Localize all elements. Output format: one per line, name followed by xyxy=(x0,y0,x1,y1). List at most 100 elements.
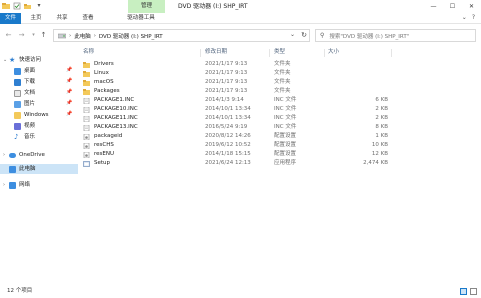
breadcrumb-this-pc[interactable]: 此电脑 xyxy=(74,32,91,40)
sidebar-item-quick-access[interactable]: ★ 快速访问 xyxy=(9,55,41,65)
file-name-label: macOS xyxy=(94,79,114,85)
sidebar-item-label: 文档 xyxy=(24,90,36,96)
forward-button[interactable]: → xyxy=(17,31,26,40)
file-type: 应用程序 xyxy=(274,160,297,166)
table-row[interactable]: macOS 2021/1/17 9:13 文件夹 xyxy=(78,78,481,87)
column-header-size[interactable]: 大小 xyxy=(328,48,339,57)
column-header-type[interactable]: 类型 xyxy=(274,48,285,57)
view-buttons xyxy=(460,288,477,295)
documents-icon xyxy=(14,89,21,97)
sidebar-item-label: 视频 xyxy=(24,123,36,129)
desktop-icon xyxy=(14,67,21,75)
file-name: PACKAGE1.INC xyxy=(83,96,134,105)
file-size: 12 KB xyxy=(371,151,388,157)
table-row[interactable]: resENU 2014/1/18 15:15 配置设置 12 KB xyxy=(78,150,481,159)
sidebar-item-label: 桌面 xyxy=(24,68,36,74)
file-size: 6 KB xyxy=(375,97,388,103)
sidebar-item-label: 网络 xyxy=(19,182,31,188)
column-divider[interactable] xyxy=(269,49,270,57)
file-icon xyxy=(83,115,90,122)
pin-icon: 📌 xyxy=(66,89,73,95)
column-divider[interactable] xyxy=(324,49,325,57)
sidebar-item-label: OneDrive xyxy=(19,152,45,158)
close-button[interactable]: ✕ xyxy=(462,0,481,13)
file-size: 1 KB xyxy=(375,133,388,139)
sidebar-item-downloads[interactable]: 下载 xyxy=(14,77,35,87)
table-row[interactable]: Linux 2021/1/17 9:13 文件夹 xyxy=(78,69,481,78)
search-placeholder: 搜索"DVD 驱动器 (I:) SHP_IRT" xyxy=(329,33,410,40)
sidebar-item-label: 快速访问 xyxy=(19,57,42,63)
sidebar-item-documents[interactable]: 文档 xyxy=(14,88,35,98)
tab-file[interactable]: 文件 xyxy=(0,13,21,24)
back-button[interactable]: ← xyxy=(4,31,13,40)
table-row[interactable]: resCHS 2019/6/12 10:52 配置设置 10 KB xyxy=(78,141,481,150)
file-list: 名称 修改日期 类型 大小 Drivers 2021/1/17 9:13 文件夹 Li… xyxy=(78,48,481,280)
large-icons-view-button[interactable] xyxy=(470,288,477,295)
table-row[interactable]: Drivers 2021/1/17 9:13 文件夹 xyxy=(78,60,481,69)
file-name: macOS xyxy=(83,78,114,87)
chevron-right-icon[interactable]: › xyxy=(3,182,5,188)
refresh-icon[interactable]: ↻ xyxy=(301,31,307,39)
column-header-name[interactable]: 名称 xyxy=(83,48,94,57)
file-name: resENU xyxy=(83,150,114,159)
search-icon: ⚲ xyxy=(320,32,325,39)
breadcrumb-dvd-drive[interactable]: DVD 驱动器 (I:) SHP_IRT xyxy=(99,32,163,40)
sidebar-item-onedrive[interactable]: OneDrive xyxy=(9,150,45,160)
table-row[interactable]: PACKAGE10.INC 2014/10/1 13:34 INC 文件 2 KB xyxy=(78,105,481,114)
table-row[interactable]: PACKAGE1.INC 2014/1/3 9:14 INC 文件 6 KB xyxy=(78,96,481,105)
maximize-button[interactable]: ☐ xyxy=(443,0,462,13)
recent-locations-button[interactable]: ▾ xyxy=(29,31,38,40)
up-button[interactable]: ↑ xyxy=(39,31,48,40)
file-date: 2014/10/1 13:34 xyxy=(205,106,251,112)
tab-share[interactable]: 共享 xyxy=(53,13,71,24)
tab-home[interactable]: 主页 xyxy=(27,13,45,24)
file-name: Packages xyxy=(83,87,120,96)
ribbon-tabs: 文件 主页 共享 查看 驱动器工具 ⌄ ? xyxy=(0,13,481,24)
file-type: 文件夹 xyxy=(274,61,291,67)
file-icon xyxy=(83,97,90,104)
help-button[interactable]: ? xyxy=(472,14,475,21)
sidebar-item-videos[interactable]: 视频 xyxy=(14,121,35,131)
address-bar[interactable]: › 此电脑 › DVD 驱动器 (I:) SHP_IRT ⌄ ↻ xyxy=(53,29,310,42)
tab-view[interactable]: 查看 xyxy=(79,13,97,24)
sidebar-item-this-pc[interactable]: 此电脑 xyxy=(0,164,78,174)
chevron-down-icon[interactable]: ⌄ xyxy=(3,57,7,63)
file-size: 2 KB xyxy=(375,115,388,121)
column-header-date[interactable]: 修改日期 xyxy=(205,48,227,57)
table-row[interactable]: Packages 2021/1/17 9:13 文件夹 xyxy=(78,87,481,96)
search-input[interactable]: ⚲ 搜索"DVD 驱动器 (I:) SHP_IRT" xyxy=(315,29,476,42)
column-divider[interactable] xyxy=(200,49,201,57)
file-name-label: PACKAGE1.INC xyxy=(94,97,135,103)
sidebar-item-network[interactable]: 网络 xyxy=(9,180,30,190)
folder-icon xyxy=(83,88,90,95)
chevron-right-icon[interactable]: › xyxy=(3,152,5,158)
file-name-label: PACKAGE11.INC xyxy=(94,115,138,121)
table-row[interactable]: PACKAGE13.INC 2016/5/24 9:19 INC 文件 8 KB xyxy=(78,123,481,132)
sidebar-item-music[interactable]: ♪ 音乐 xyxy=(14,132,35,142)
manage-tab[interactable]: 管理 xyxy=(128,0,165,13)
sidebar-item-pictures[interactable]: 图片 xyxy=(14,99,35,109)
table-row[interactable]: Setup 2021/6/24 12:13 应用程序 2,474 KB xyxy=(78,159,481,168)
file-size: 2,474 KB xyxy=(363,160,388,166)
column-divider[interactable] xyxy=(391,49,392,57)
minimize-button[interactable]: — xyxy=(424,0,443,13)
sidebar-item-windows[interactable]: Windows xyxy=(14,110,49,120)
status-bar: 12 个项目 xyxy=(0,285,481,298)
new-folder-icon[interactable] xyxy=(24,2,32,10)
tab-drive-tools[interactable]: 驱动器工具 xyxy=(118,13,164,24)
details-view-button[interactable] xyxy=(460,288,467,295)
window-controls: — ☐ ✕ xyxy=(424,0,481,13)
table-row[interactable]: PACKAGE11.INC 2014/10/1 13:34 INC 文件 2 KB xyxy=(78,114,481,123)
file-name: resCHS xyxy=(83,141,114,150)
table-row[interactable]: packageid 2020/8/12 14:26 配置设置 1 KB xyxy=(78,132,481,141)
file-type: 文件夹 xyxy=(274,70,291,76)
pin-icon: 📌 xyxy=(66,100,73,106)
file-type: 配置设置 xyxy=(274,133,297,139)
properties-icon[interactable] xyxy=(13,2,21,10)
file-type: INC 文件 xyxy=(274,124,297,130)
chevron-down-icon[interactable]: ▾ xyxy=(35,2,43,10)
sidebar-item-desktop[interactable]: 桌面 xyxy=(14,66,35,76)
file-type: INC 文件 xyxy=(274,115,297,121)
expand-ribbon-button[interactable]: ⌄ xyxy=(462,14,467,21)
chevron-down-icon[interactable]: ⌄ xyxy=(290,31,295,38)
